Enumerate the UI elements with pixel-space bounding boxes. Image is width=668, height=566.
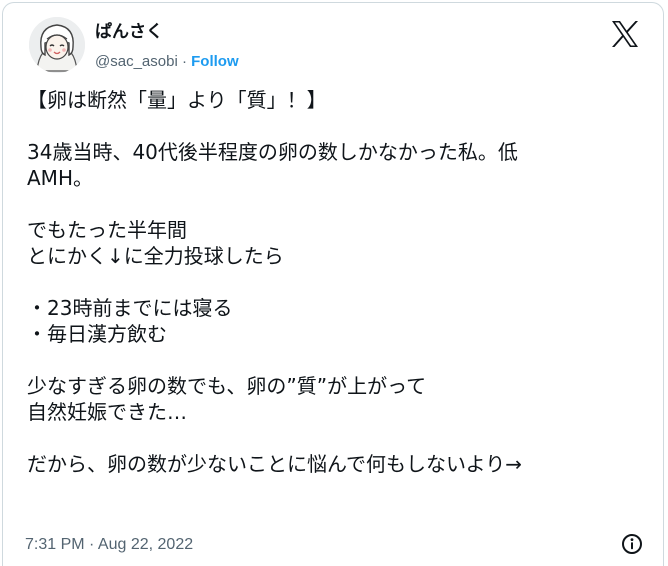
tweet-line: 少なすぎる卵の数でも、卵の”質”が上がって: [27, 374, 427, 398]
tweet-line: AMH。: [27, 166, 93, 190]
tweet-line: とにかく↓に全力投球したら: [27, 244, 284, 268]
user-handle[interactable]: @sac_asobi: [95, 53, 178, 70]
tweet-line: 【卵は断然「量」より「質」！】: [27, 88, 327, 112]
tweet-header: ぱんさく @sac_asobi · Follow: [23, 17, 643, 77]
info-icon[interactable]: [621, 533, 643, 555]
tweet-line: 自然妊娠できた…: [27, 400, 187, 424]
author-info: ぱんさく @sac_asobi · Follow: [95, 21, 239, 73]
tweet-card: ぱんさく @sac_asobi · Follow 【卵は断然「量」より「質」！】…: [2, 2, 664, 566]
display-name[interactable]: ぱんさく: [95, 21, 239, 43]
x-logo-icon[interactable]: [611, 21, 639, 47]
follow-button[interactable]: Follow: [191, 53, 239, 70]
handle-row: @sac_asobi · Follow: [95, 51, 239, 73]
separator-dot: ·: [177, 53, 192, 70]
tweet-line: だから、卵の数が少ないことに悩んで何もしないより→: [27, 452, 522, 476]
tweet-footer: 7:31 PM · Aug 22, 2022: [25, 533, 643, 557]
tweet-text: 【卵は断然「量」より「質」！】 34歳当時、40代後半程度の卵の数しかなかった私…: [27, 87, 647, 477]
tweet-line: ・23時前までには寝る: [27, 296, 233, 320]
timestamp-link[interactable]: 7:31 PM · Aug 22, 2022: [25, 536, 193, 553]
tweet-line: でもたった半年間: [27, 218, 187, 242]
tweet-line: ・毎日漢方飲む: [27, 322, 167, 346]
tweet-line: 34歳当時、40代後半程度の卵の数しかなかった私。低: [27, 140, 518, 164]
avatar[interactable]: [29, 17, 85, 73]
